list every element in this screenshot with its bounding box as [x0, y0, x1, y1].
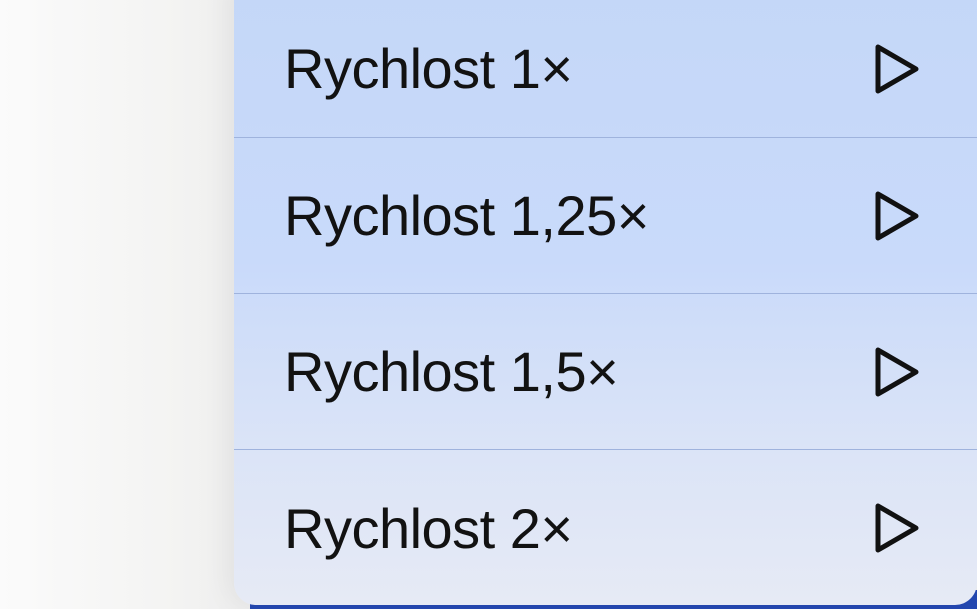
play-icon — [873, 502, 921, 554]
play-icon — [873, 346, 921, 398]
menu-item-label: Rychlost 2× — [284, 496, 573, 560]
menu-item-speed-1-5x[interactable]: Rychlost 1,5× — [234, 293, 977, 449]
menu-item-label: Rychlost 1,25× — [284, 184, 649, 247]
menu-item-label: Rychlost 1,5× — [284, 340, 619, 403]
playback-speed-menu: Rychlost 1× Rychlost 1,25× Rychlost 1,5×… — [234, 0, 977, 605]
menu-item-speed-1-25x[interactable]: Rychlost 1,25× — [234, 137, 977, 293]
menu-item-speed-2x[interactable]: Rychlost 2× — [234, 449, 977, 605]
menu-item-label: Rychlost 1× — [284, 37, 573, 100]
menu-item-speed-1x[interactable]: Rychlost 1× — [234, 0, 977, 137]
play-icon — [873, 190, 921, 242]
play-icon — [873, 43, 921, 95]
